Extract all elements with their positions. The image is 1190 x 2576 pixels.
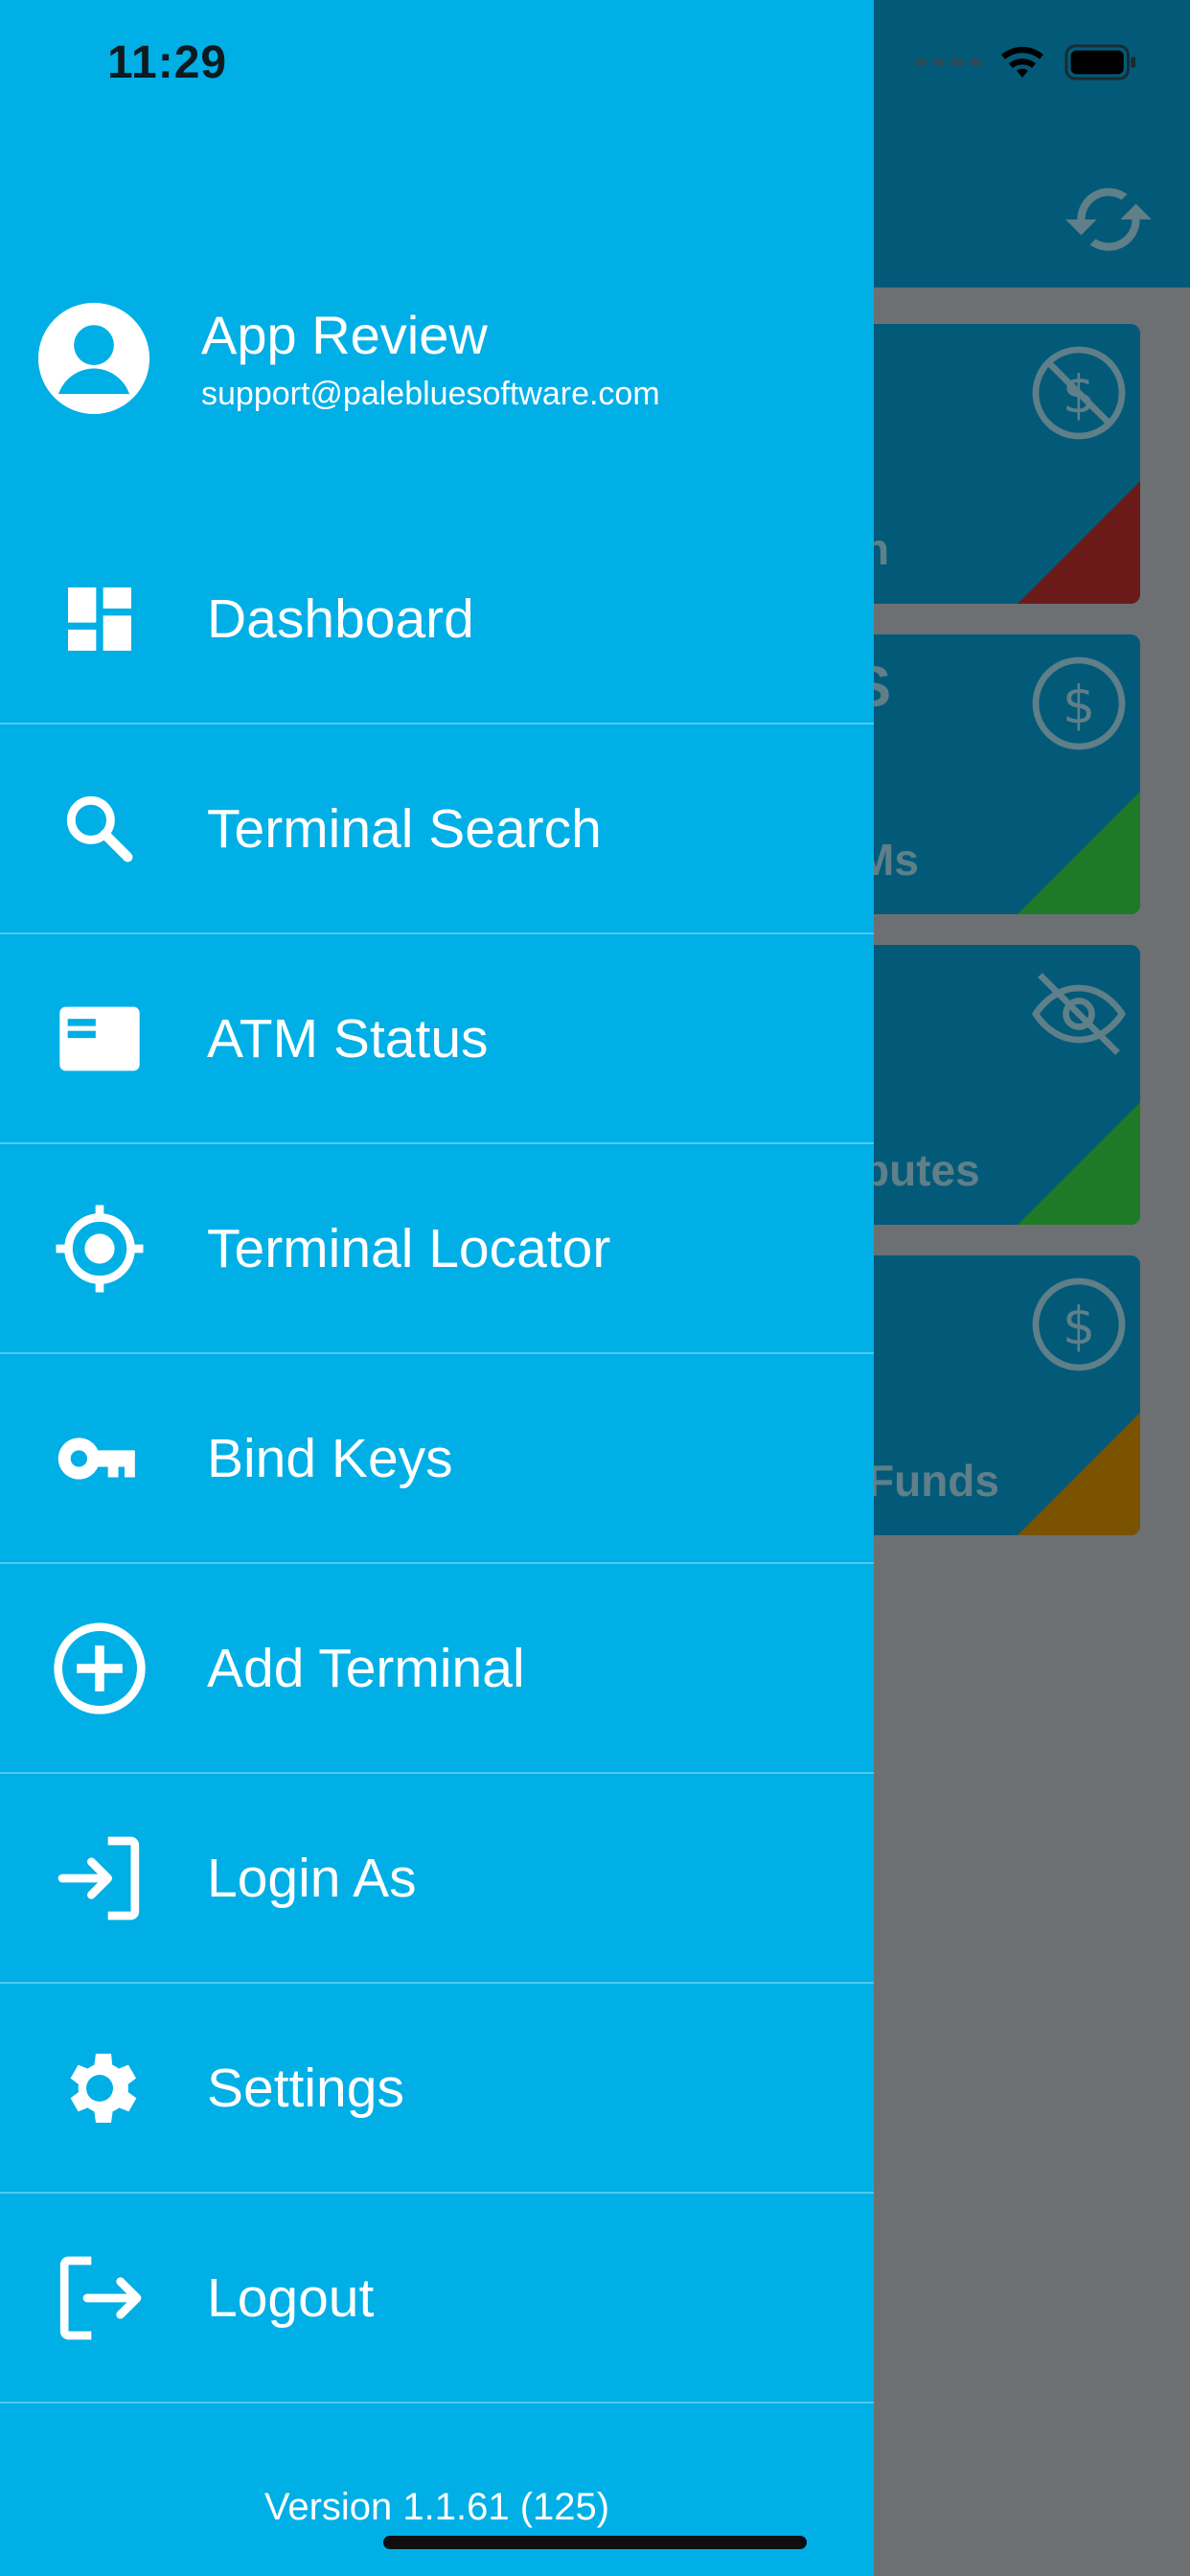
gear-icon bbox=[50, 2038, 149, 2138]
menu-item-label: Bind Keys bbox=[207, 1427, 453, 1489]
wifi-icon bbox=[1001, 46, 1043, 78]
dollar-icon: $ bbox=[1032, 656, 1126, 750]
user-email: support@palebluesoftware.com bbox=[201, 376, 660, 412]
menu-item-terminal-search[interactable]: Terminal Search bbox=[0, 724, 874, 934]
avatar-icon bbox=[38, 303, 149, 414]
menu-item-logout[interactable]: Logout bbox=[0, 2194, 874, 2404]
home-indicator[interactable] bbox=[383, 2536, 807, 2549]
menu-item-label: Terminal Locator bbox=[207, 1217, 611, 1279]
card-accent bbox=[1018, 1102, 1140, 1225]
menu-item-login-as[interactable]: Login As bbox=[0, 1774, 874, 1984]
drawer-menu: Dashboard Terminal Search ATM Status Ter… bbox=[0, 515, 874, 2404]
menu-item-settings[interactable]: Settings bbox=[0, 1984, 874, 2194]
card-label: Funds bbox=[867, 1456, 999, 1506]
navigation-drawer: 11:29 App Review support@palebluesoftwar… bbox=[0, 0, 874, 2576]
dollar-icon: $ bbox=[1032, 1277, 1126, 1371]
menu-item-label: Settings bbox=[207, 2057, 404, 2119]
plus-circle-icon bbox=[50, 1619, 149, 1718]
card-accent bbox=[1018, 481, 1140, 604]
eye-off-icon bbox=[1032, 973, 1126, 1055]
crosshair-icon bbox=[50, 1199, 149, 1299]
key-icon bbox=[50, 1409, 149, 1508]
menu-item-add-terminal[interactable]: Add Terminal bbox=[0, 1564, 874, 1774]
menu-item-label: ATM Status bbox=[207, 1007, 489, 1070]
menu-item-bind-keys[interactable]: Bind Keys bbox=[0, 1354, 874, 1564]
user-name: App Review bbox=[201, 305, 488, 365]
menu-item-label: Add Terminal bbox=[207, 1637, 525, 1699]
menu-item-dashboard[interactable]: Dashboard bbox=[0, 515, 874, 724]
no-money-icon: $ bbox=[1032, 346, 1126, 440]
svg-text:$: $ bbox=[1063, 675, 1095, 735]
status-indicators bbox=[915, 44, 1138, 80]
user-profile: App Review support@palebluesoftware.com bbox=[38, 303, 660, 414]
status-time: 11:29 bbox=[107, 37, 228, 88]
card-icon bbox=[50, 989, 149, 1089]
dashboard-icon bbox=[50, 569, 149, 669]
svg-text:$: $ bbox=[1063, 364, 1095, 425]
menu-item-label: Terminal Search bbox=[207, 797, 602, 860]
card-label: butes bbox=[862, 1145, 980, 1195]
battery-icon bbox=[1064, 44, 1136, 80]
menu-item-atm-status[interactable]: ATM Status bbox=[0, 934, 874, 1144]
menu-item-label: Login As bbox=[207, 1847, 417, 1909]
svg-text:$: $ bbox=[1063, 1296, 1095, 1356]
logout-icon bbox=[50, 2248, 149, 2348]
menu-item-label: Dashboard bbox=[207, 587, 474, 650]
card-accent bbox=[1018, 792, 1140, 914]
menu-item-terminal-locator[interactable]: Terminal Locator bbox=[0, 1144, 874, 1354]
refresh-icon[interactable] bbox=[1062, 172, 1156, 266]
card-accent bbox=[1018, 1413, 1140, 1535]
menu-item-label: Logout bbox=[207, 2266, 375, 2329]
cellular-signal-icon bbox=[915, 58, 981, 66]
login-icon bbox=[50, 1828, 149, 1928]
app-version: Version 1.1.61 (125) bbox=[263, 2486, 610, 2528]
search-icon bbox=[50, 779, 149, 879]
